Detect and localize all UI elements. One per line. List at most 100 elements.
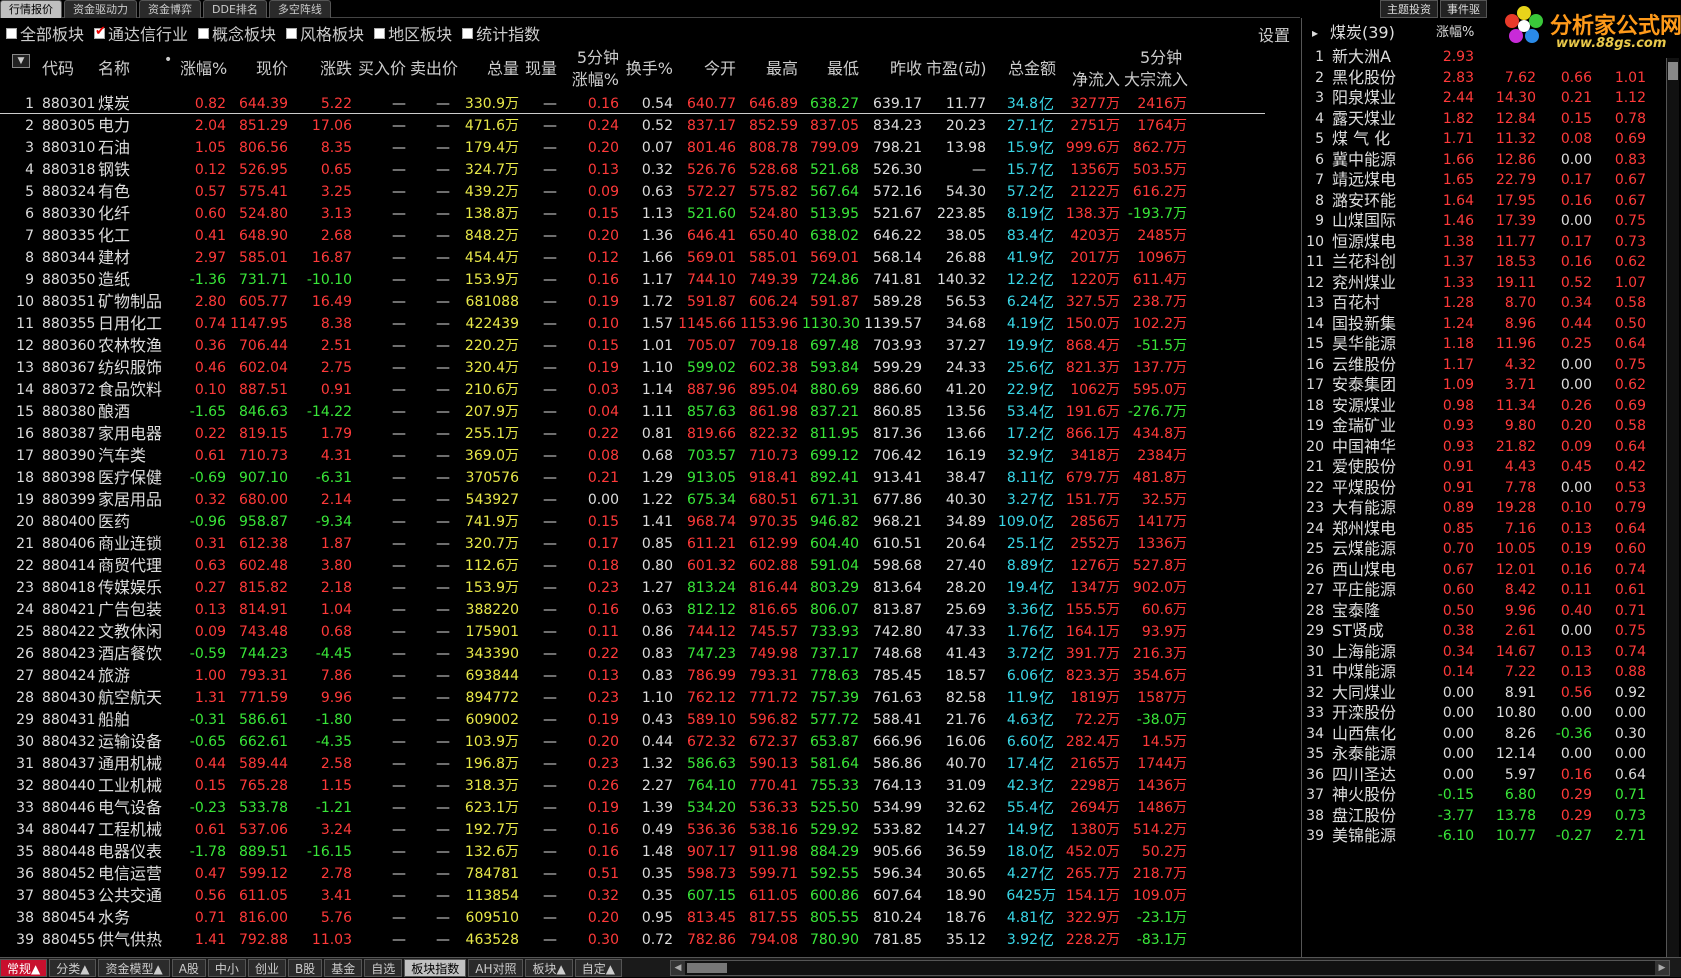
header-5min-pct[interactable]: 涨幅% (561, 66, 619, 90)
table-row[interactable]: 36 880452 电信运营 0.47 599.12 2.78 — — 784781 — 0.51 0… (0, 862, 1265, 884)
header-ask[interactable]: 卖出价 (410, 55, 458, 79)
side-list-item[interactable]: 3 阳泉煤业 2.44 14.30 0.21 1.12 (1302, 87, 1672, 109)
side-list-item[interactable]: 10 恒源煤电 1.38 11.77 0.17 0.73 (1302, 231, 1672, 253)
side-list-item[interactable]: 18 安源煤业 0.98 11.34 0.26 0.69 (1302, 395, 1672, 417)
table-row[interactable]: 8 880344 建材 2.97 585.01 16.87 — — 454.4万 — 0.12 1.6… (0, 246, 1265, 268)
bottom-tab-12[interactable]: 自定▲ (574, 958, 622, 977)
filter-1[interactable]: 通达信行业 (94, 21, 188, 45)
header-high[interactable]: 最高 (740, 55, 798, 79)
table-row[interactable]: 21 880406 商业连锁 0.31 612.38 1.87 — — 320.7万 — 0.17 0… (0, 532, 1265, 554)
table-row[interactable]: 14 880372 食品饮料 0.10 887.51 0.91 — — 210.6万 — 0.03 1… (0, 378, 1265, 400)
bottom-tab-6[interactable]: B股 (287, 958, 323, 977)
side-list-item[interactable]: 4 露天煤业 1.82 12.84 0.15 0.78 (1302, 108, 1672, 130)
side-list-item[interactable]: 38 盘江股份 -3.77 13.78 0.29 0.73 (1302, 805, 1672, 827)
tab-dde-rank[interactable]: DDE排名 (203, 0, 267, 18)
header-5min[interactable]: 5分钟 (561, 44, 619, 68)
checkbox[interactable] (6, 27, 17, 39)
table-row[interactable]: 18 880398 医疗保健 -0.69 907.10 -6.31 — — 370576 — 0.2… (0, 466, 1265, 488)
table-row[interactable]: 3 880310 石油 1.05 806.56 8.35 — — 179.4万 — 0.20 0.07… (0, 136, 1265, 158)
header-open[interactable]: 今开 (677, 55, 736, 79)
table-row[interactable]: 31 880437 通用机械 0.44 589.44 2.58 — — 196.8万 — 0.23 1… (0, 752, 1265, 774)
table-row[interactable]: 10 880351 矿物制品 2.80 605.77 16.49 — — 681088 — 0.19… (0, 290, 1265, 312)
table-row[interactable]: 39 880455 供气供热 1.41 792.88 11.03 — — 463528 — 0.30… (0, 928, 1265, 950)
table-row[interactable]: 6 880330 化纤 0.60 524.80 3.13 — — 138.8万 — 0.15 1.13… (0, 202, 1265, 224)
side-list-item[interactable]: 19 金瑞矿业 0.93 9.80 0.20 0.58 (1302, 415, 1672, 437)
filter-0[interactable]: 全部板块 (6, 21, 84, 45)
table-row[interactable]: 5 880324 有色 0.57 575.41 3.25 — — 439.2万 — 0.09 0.63… (0, 180, 1265, 202)
side-list-item[interactable]: 14 国投新集 1.24 8.96 0.44 0.50 (1302, 313, 1672, 335)
scroll-right-icon[interactable]: ▶ (1655, 961, 1669, 975)
table-row[interactable]: 34 880447 工程机械 0.61 537.06 3.24 — — 192.7万 — 0.16 0… (0, 818, 1265, 840)
side-list-item[interactable]: 20 中国神华 0.93 21.82 0.09 0.64 (1302, 436, 1672, 458)
tab-event-driven[interactable]: 事件驱 (1440, 0, 1487, 18)
side-list-item[interactable]: 17 安泰集团 1.09 3.71 0.00 0.62 (1302, 374, 1672, 396)
table-row[interactable]: 12 880360 农林牧渔 0.36 706.44 2.51 — — 220.2万 — 0.15 1… (0, 334, 1265, 356)
bottom-tab-11[interactable]: 板块▲ (525, 958, 573, 977)
table-row[interactable]: 23 880418 传媒娱乐 0.27 815.82 2.18 — — 153.9万 — 0.23 1… (0, 576, 1265, 598)
header-net[interactable]: 净流入 (1060, 66, 1120, 90)
header-bid[interactable]: 买入价 (356, 55, 406, 79)
table-row[interactable]: 37 880453 公共交通 0.56 611.05 3.41 — — 113854 — 0.32 0… (0, 884, 1265, 906)
side-list-item[interactable]: 28 宝泰隆 0.50 9.96 0.40 0.71 (1302, 600, 1672, 622)
table-row[interactable]: 13 880367 纺织服饰 0.46 602.04 2.75 — — 320.4万 — 0.19 1… (0, 356, 1265, 378)
filter-2[interactable]: 概念板块 (198, 21, 276, 45)
side-list-item[interactable]: 29 ST贤成 0.38 2.61 0.00 0.75 (1302, 620, 1672, 642)
scroll-thumb[interactable] (1668, 62, 1678, 80)
table-row[interactable]: 20 880400 医药 -0.96 958.87 -9.34 — — 741.9万 — 0.15 1… (0, 510, 1265, 532)
table-row[interactable]: 15 880380 酿酒 -1.65 846.63 -14.22 — — 207.9万 — 0.04… (0, 400, 1265, 422)
scroll-left-icon[interactable]: ◀ (671, 961, 685, 975)
side-list-item[interactable]: 39 美锦能源 -6.10 10.77 -0.27 2.71 (1302, 825, 1672, 847)
bottom-tab-8[interactable]: 自选 (364, 958, 403, 977)
table-row[interactable]: 30 880432 运输设备 -0.65 662.61 -4.35 — — 103.9万 — 0.2… (0, 730, 1265, 752)
header-price[interactable]: 现价 (230, 55, 288, 79)
sort-dropdown-icon[interactable]: ▼ (12, 54, 30, 68)
side-list-item[interactable]: 9 山煤国际 1.46 17.39 0.00 0.75 (1302, 210, 1672, 232)
scroll-thumb[interactable] (687, 963, 727, 973)
bottom-tab-5[interactable]: 创业 (247, 958, 286, 977)
header-prev[interactable]: 昨收 (863, 55, 922, 79)
checkbox[interactable] (94, 24, 106, 39)
bottom-tab-9[interactable]: 板块指数 (404, 958, 467, 977)
table-row[interactable]: 22 880414 商贸代理 0.63 602.48 3.80 — — 112.6万 — 0.18 0… (0, 554, 1265, 576)
table-row[interactable]: 4 880318 钢铁 0.12 526.95 0.65 — — 324.7万 — 0.13 0.32… (0, 158, 1265, 180)
side-list-item[interactable]: 5 煤 气 化 1.71 11.32 0.08 0.69 (1302, 128, 1672, 150)
side-list-item[interactable]: 27 平庄能源 0.60 8.42 0.11 0.61 (1302, 579, 1672, 601)
side-list-item[interactable]: 22 平煤股份 0.91 7.78 0.00 0.53 (1302, 477, 1672, 499)
header-flow-5min[interactable]: 5分钟 (1140, 44, 1200, 68)
bottom-tab-3[interactable]: A股 (171, 958, 206, 977)
side-list-item[interactable]: 30 上海能源 0.34 14.67 0.13 0.74 (1302, 641, 1672, 663)
checkbox[interactable] (462, 27, 474, 39)
header-pe[interactable]: 市盈(动) (926, 55, 987, 79)
bottom-tab-1[interactable]: 分类▲ (49, 958, 97, 977)
tab-fund-driver[interactable]: 资金驱动力 (64, 0, 137, 18)
header-pct[interactable]: 涨幅% (180, 55, 227, 79)
header-low[interactable]: 最低 (802, 55, 859, 79)
tab-fund-game[interactable]: 资金博弈 (139, 0, 201, 18)
table-row[interactable]: 29 880431 船舶 -0.31 586.61 -1.80 — — 609002 — 0.19 0… (0, 708, 1265, 730)
table-row[interactable]: 32 880440 工业机械 0.15 765.28 1.15 — — 318.3万 — 0.26 2… (0, 774, 1265, 796)
checkbox[interactable] (374, 27, 386, 39)
header-cur[interactable]: 现量 (523, 55, 557, 79)
table-row[interactable]: 1 880301 煤炭 0.82 644.39 5.22 — — 330.9万 — 0.16 0.54… (0, 92, 1265, 114)
table-row[interactable]: 11 880355 日用化工 0.74 1147.95 8.38 — — 422439 — 0.10… (0, 312, 1265, 334)
side-list-item[interactable]: 11 兰花科创 1.37 18.53 0.16 0.62 (1302, 251, 1672, 273)
table-row[interactable]: 28 880430 航空航天 1.31 771.59 9.96 — — 894772 — 0.23 1… (0, 686, 1265, 708)
header-name[interactable]: 名称 (98, 55, 148, 79)
bottom-tab-7[interactable]: 基金 (324, 958, 363, 977)
side-list-item[interactable]: 2 黑化股份 2.83 7.62 0.66 1.01 (1302, 67, 1672, 89)
header-code[interactable]: 代码 (42, 55, 92, 79)
side-list-item[interactable]: 15 昊华能源 1.18 11.96 0.25 0.64 (1302, 333, 1672, 355)
side-list-item[interactable]: 24 郑州煤电 0.85 7.16 0.13 0.64 (1302, 518, 1672, 540)
bottom-tab-0[interactable]: 常规▲ (0, 958, 48, 977)
bottom-tab-2[interactable]: 资金模型▲ (98, 958, 170, 977)
table-row[interactable]: 35 880448 电器仪表 -1.78 889.51 -16.15 — — 132.6万 — 0.… (0, 840, 1265, 862)
tab-bull-bear[interactable]: 多空阵线 (268, 0, 331, 18)
table-row[interactable]: 27 880424 旅游 1.00 793.31 7.86 — — 693844 — 0.13 0.8… (0, 664, 1265, 686)
panel-pin-icon[interactable]: ▸ (1312, 22, 1318, 44)
side-list-item[interactable]: 1 新大洲A 2.93 (1302, 46, 1672, 68)
filter-4[interactable]: 地区板块 (374, 21, 452, 45)
bottom-tab-10[interactable]: AH对照 (468, 958, 524, 977)
table-row[interactable]: 17 880390 汽车类 0.61 710.73 4.31 — — 369.0万 — 0.08 0.… (0, 444, 1265, 466)
side-list-item[interactable]: 26 西山煤电 0.67 12.01 0.16 0.74 (1302, 559, 1672, 581)
table-row[interactable]: 2 880305 电力 2.04 851.29 17.06 — — 471.6万 — 0.24 0.5… (0, 114, 1265, 136)
